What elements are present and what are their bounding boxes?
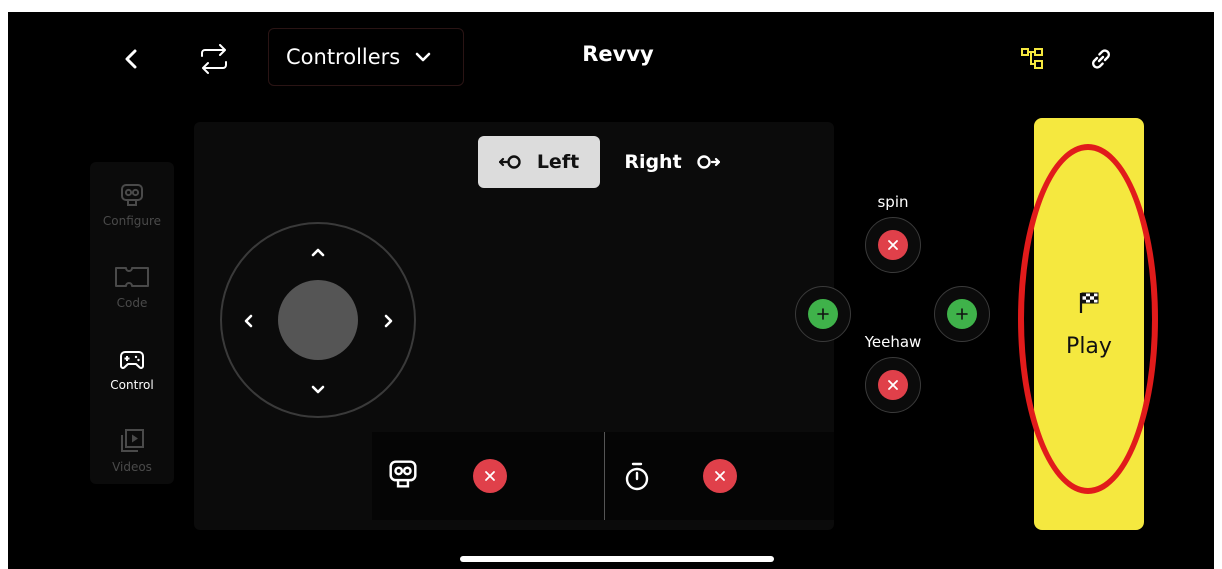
timer-slot[interactable] [620,460,654,494]
remove-top-action-button[interactable] [865,217,921,273]
side-toggle: Left Right [478,136,740,188]
joystick-right[interactable] [377,309,401,333]
link-icon [1092,49,1110,69]
home-indicator[interactable] [460,556,774,562]
device-tree-button[interactable] [1016,42,1050,76]
puzzle-piece-icon [115,267,149,287]
switch-button[interactable] [196,42,232,76]
gamepad-icon [120,351,144,369]
robot-face-icon [121,184,143,206]
joystick-up[interactable] [306,240,330,264]
right-side-label: Right [624,151,682,173]
sidebar-item-code[interactable]: Code [90,254,174,334]
close-icon [485,471,495,481]
controllers-dropdown[interactable]: Controllers [268,28,464,86]
stopwatch-icon [625,462,649,491]
joystick-left[interactable] [236,309,260,333]
chevron-right-icon [384,314,393,328]
left-side-label: Left [536,151,580,173]
sidebar-item-configure[interactable]: Configure [90,172,174,252]
sidebar-item-videos[interactable]: Videos [90,418,174,498]
chevron-left-icon [125,49,137,69]
page-title: Revvy [582,42,654,66]
sidebar-item-control[interactable]: Control [90,336,174,416]
joystick-knob[interactable] [278,280,358,360]
left-side-button[interactable]: Left [478,136,600,188]
plus-icon [817,308,829,320]
sidebar-item-label: Videos [112,460,152,474]
hierarchy-icon [1021,48,1043,69]
video-play-icon [121,429,144,452]
robot-slot[interactable] [386,457,420,491]
arrow-left-circle-icon [498,155,521,169]
plus-icon [956,308,968,320]
chevron-left-icon [244,314,253,328]
connect-button[interactable] [1084,42,1118,76]
chevron-down-icon [415,52,431,62]
right-side-button[interactable]: Right [610,136,734,188]
sidebar-item-label: Code [116,296,148,310]
controllers-dropdown-label: Controllers [286,45,401,69]
chevron-down-icon [311,385,325,394]
back-button[interactable] [116,44,146,74]
sidebar-item-label: Configure [102,214,162,228]
arrow-right-circle-icon [696,155,720,169]
action-label-bottom: Yeehaw [864,333,922,351]
app-screen: Controllers Revvy Configure Code Control… [8,12,1214,569]
remove-timer-slot-button[interactable] [702,458,738,494]
close-icon [888,240,898,250]
chevron-up-icon [311,248,325,257]
remove-robot-slot-button[interactable] [472,458,508,494]
joystick-down[interactable] [306,378,330,402]
remove-bottom-action-button[interactable] [865,357,921,413]
close-icon [715,471,725,481]
robot-face-icon [389,460,417,488]
sidebar-item-label: Control [110,378,154,392]
play-label: Play [1066,333,1112,359]
sidebar: Configure Code Control Videos [90,162,174,484]
action-label-top: spin [877,193,909,211]
swap-arrows-icon [201,44,227,74]
close-icon [888,380,898,390]
checkered-flag-icon [1079,292,1099,313]
joystick[interactable] [220,222,416,418]
play-button[interactable]: Play [1034,118,1144,530]
bottom-slots [372,432,834,520]
divider [604,432,605,520]
